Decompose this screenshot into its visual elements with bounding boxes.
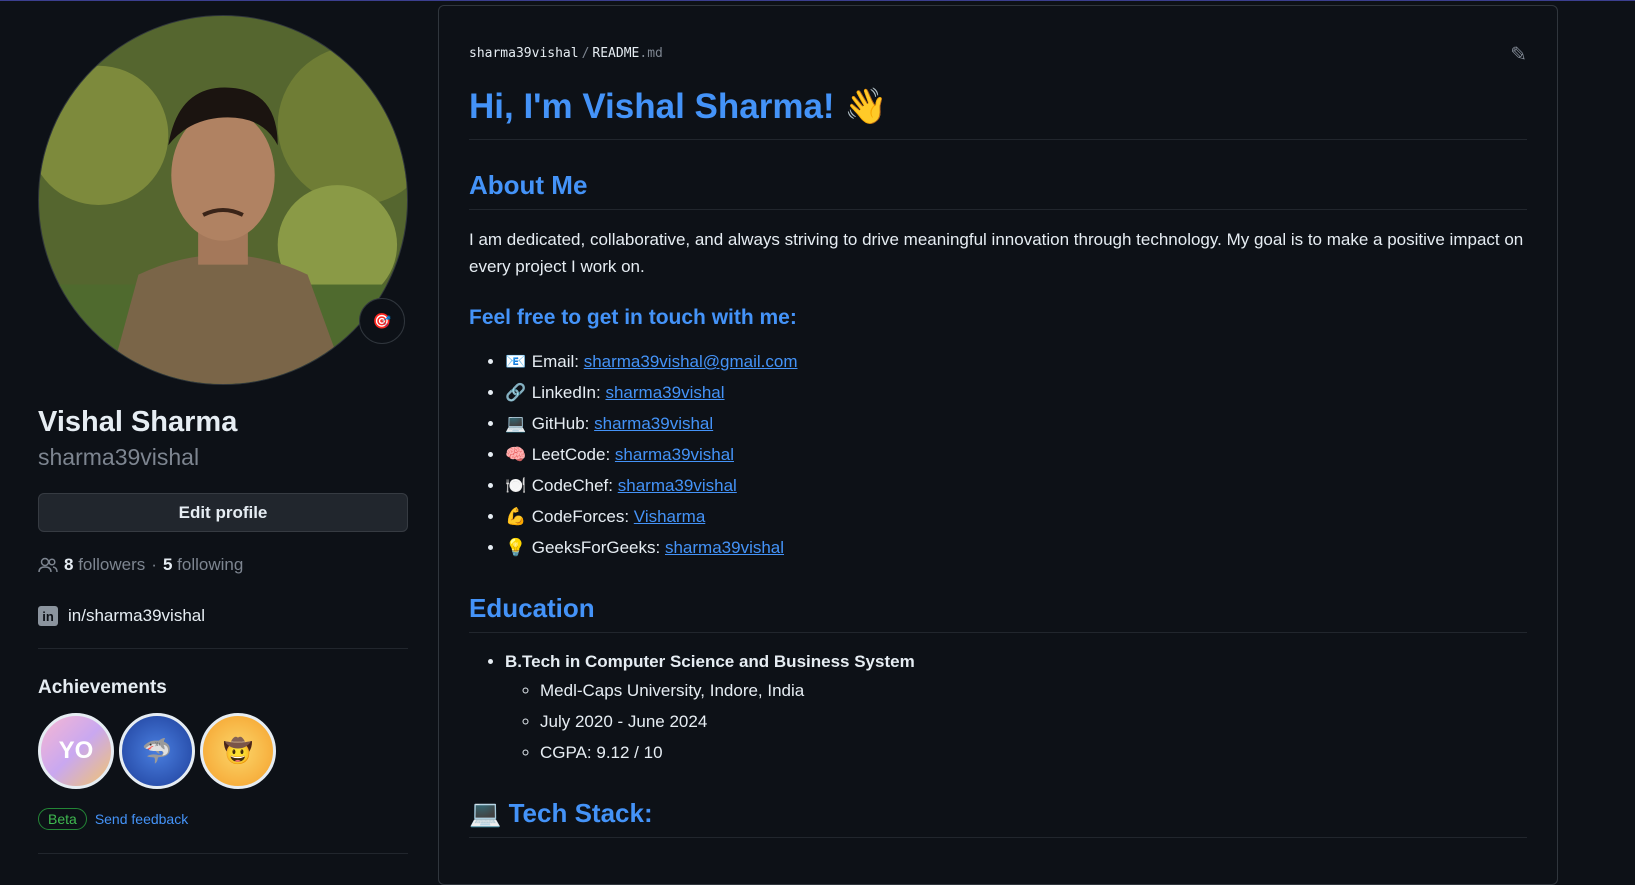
tech-stack-heading: 💻 Tech Stack: <box>469 798 1527 838</box>
education-heading: Education <box>469 593 1527 633</box>
linkedin-text: in/sharma39vishal <box>68 606 206 625</box>
dot-separator: · <box>151 555 157 574</box>
email-icon: 📧 <box>505 352 527 371</box>
list-item: 💡 GeeksForGeeks: sharma39vishal <box>505 532 1527 563</box>
avatar-photo <box>39 16 407 384</box>
set-status-button[interactable]: 🎯 <box>359 298 405 344</box>
edit-profile-button[interactable]: Edit profile <box>38 493 408 532</box>
github-link[interactable]: sharma39vishal <box>594 414 713 433</box>
crumb-file: README <box>592 46 640 61</box>
achievements-heading: Achievements <box>38 677 167 698</box>
list-item: CGPA: 9.12 / 10 <box>540 737 1527 768</box>
readme-breadcrumb: sharma39vishal / README.md <box>469 46 663 61</box>
beta-badge: Beta <box>38 808 87 830</box>
divider <box>38 853 408 854</box>
education-list: B.Tech in Computer Science and Business … <box>469 649 1527 768</box>
about-heading: About Me <box>469 170 1527 210</box>
yolo-badge[interactable]: YO <box>38 713 114 789</box>
profile-name: Vishal Sharma <box>38 406 238 438</box>
lightbulb-icon: 💡 <box>505 538 527 557</box>
list-item: Medl-Caps University, Indore, India <box>540 675 1527 706</box>
geeksforgeeks-link[interactable]: sharma39vishal <box>665 538 784 557</box>
list-item: 🍽️ CodeChef: sharma39vishal <box>505 470 1527 501</box>
link-icon: 🔗 <box>505 383 527 402</box>
follow-stats: 8 followers · 5 following <box>38 555 243 575</box>
codechef-link[interactable]: sharma39vishal <box>618 476 737 495</box>
codeforces-link[interactable]: Visharma <box>634 507 706 526</box>
list-item: 🧠 LeetCode: sharma39vishal <box>505 439 1527 470</box>
leetcode-link[interactable]: sharma39vishal <box>615 445 734 464</box>
list-item: July 2020 - June 2024 <box>540 706 1527 737</box>
email-link[interactable]: sharma39vishal@gmail.com <box>584 352 798 371</box>
following-link[interactable]: 5 following <box>163 555 243 575</box>
quickdraw-badge[interactable]: 🤠 <box>200 713 276 789</box>
edit-readme-icon[interactable]: ✎ <box>1510 42 1527 67</box>
about-text: I am dedicated, collaborative, and alway… <box>469 230 1524 276</box>
linkedin-link[interactable]: in in/sharma39vishal <box>38 606 205 626</box>
target-icon: 🎯 <box>372 313 392 330</box>
contact-list: 📧 Email: sharma39vishal@gmail.com 🔗 Link… <box>469 346 1527 563</box>
readme-title: Hi, I'm Vishal Sharma! 👋 <box>469 86 1527 140</box>
brain-icon: 🧠 <box>505 445 527 464</box>
degree-text: B.Tech in Computer Science and Business … <box>505 652 915 671</box>
list-item: 🔗 LinkedIn: sharma39vishal <box>505 377 1527 408</box>
divider <box>38 648 408 649</box>
profile-sidebar: 🎯 Vishal Sharma sharma39vishal Edit prof… <box>38 0 408 865</box>
laptop-icon: 💻 <box>505 414 527 433</box>
list-item: 📧 Email: sharma39vishal@gmail.com <box>505 346 1527 377</box>
send-feedback-link[interactable]: Send feedback <box>95 811 188 827</box>
readme-panel: sharma39vishal / README.md ✎ Hi, I'm Visha… <box>438 5 1558 885</box>
achievement-badges: YO 🦈 🤠 <box>38 713 276 789</box>
people-icon <box>38 557 58 573</box>
profile-login: sharma39vishal <box>38 444 200 470</box>
contact-heading: Feel free to get in touch with me: <box>469 306 797 329</box>
flexed-biceps-icon: 💪 <box>505 507 527 526</box>
pull-shark-badge[interactable]: 🦈 <box>119 713 195 789</box>
list-item: 💪 CodeForces: Visharma <box>505 501 1527 532</box>
linkedin-readme-link[interactable]: sharma39vishal <box>605 383 724 402</box>
plate-icon: 🍽️ <box>505 476 527 495</box>
followers-link[interactable]: 8 followers <box>64 555 145 575</box>
list-item: B.Tech in Computer Science and Business … <box>505 649 1527 768</box>
list-item: 💻 GitHub: sharma39vishal <box>505 408 1527 439</box>
beta-feedback: Beta Send feedback <box>38 808 188 830</box>
avatar[interactable] <box>38 15 408 385</box>
readme-content: Hi, I'm Vishal Sharma! 👋 About Me I am d… <box>469 86 1527 838</box>
crumb-user-link[interactable]: sharma39vishal <box>469 46 579 61</box>
linkedin-icon: in <box>38 606 58 626</box>
